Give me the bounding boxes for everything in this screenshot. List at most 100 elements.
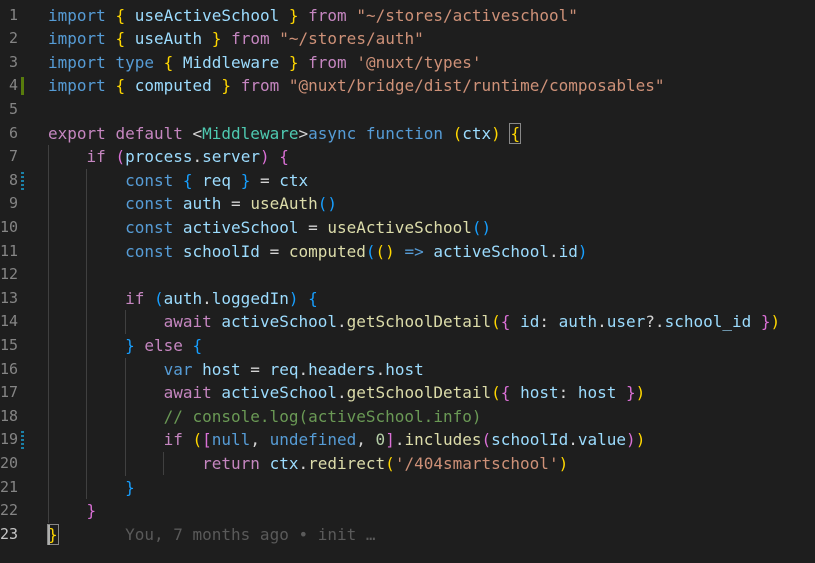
line-number: 12 — [0, 265, 19, 284]
code-text: return ctx.redirect('/404smartschool') — [48, 452, 568, 476]
code-token: . — [337, 383, 347, 403]
code-token: , — [250, 430, 270, 450]
code-token: "@nuxt/bridge/dist/runtime/composables" — [288, 76, 665, 96]
code-text: } — [48, 499, 97, 523]
code-text: if ([null, undefined, 0].includes(school… — [48, 428, 646, 452]
code-token: process — [125, 147, 193, 167]
code-line[interactable]: 3 import type { Middleware } from '@nuxt/… — [0, 51, 815, 75]
code-text: } — [48, 476, 135, 500]
code-line[interactable]: 11 const schoolId = computed(() => activ… — [0, 240, 815, 264]
code-token: . — [375, 359, 386, 379]
git-change-marker[interactable] — [21, 431, 24, 450]
code-line[interactable]: 23 } You, 7 months ago • init … — [0, 523, 815, 547]
git-change-marker[interactable] — [21, 77, 24, 96]
code-line[interactable]: 10 const activeSchool = useActiveSchool(… — [0, 216, 815, 240]
line-number: 21 — [0, 477, 19, 496]
code-token: req — [202, 170, 232, 190]
code-token: ) — [626, 430, 636, 450]
line-number: 13 — [0, 288, 19, 307]
code-token: const — [125, 194, 174, 214]
code-line[interactable]: 2 import { useAuth } from "~/stores/auth" — [0, 27, 815, 51]
code-token: req — [269, 359, 299, 379]
code-text: var host = req.headers.host — [48, 358, 424, 382]
code-token: = — [240, 359, 270, 379]
code-line[interactable]: 20 return ctx.redirect('/404smartschool'… — [0, 452, 815, 476]
code-line[interactable]: 22 } — [0, 499, 815, 523]
code-token: from — [308, 5, 347, 25]
git-change-marker[interactable] — [21, 171, 24, 190]
code-token: ) — [558, 453, 569, 473]
code-token: return — [202, 453, 260, 473]
code-line[interactable]: 16 var host = req.headers.host — [0, 358, 815, 382]
code-token: ( — [491, 312, 501, 332]
code-token: } — [211, 29, 222, 49]
code-token: () — [471, 217, 492, 237]
line-number: 4 — [8, 76, 18, 95]
code-token: '@nuxt/types' — [356, 52, 482, 72]
code-editor[interactable]: 1 import { useActiveSchool } from "~/stor… — [0, 0, 815, 563]
code-line[interactable]: 15 } else { — [0, 334, 815, 358]
code-token: [ — [202, 430, 212, 450]
code-token: value — [577, 430, 627, 450]
code-token: } — [288, 5, 299, 25]
code-text: await activeSchool.getSchoolDetail({ id:… — [48, 310, 781, 334]
code-line[interactable]: 8 const { req } = ctx — [0, 169, 815, 193]
code-line[interactable]: 7 if (process.server) { — [0, 145, 815, 169]
code-token: const — [125, 241, 174, 261]
code-line[interactable]: 6 export default <Middleware>async functi… — [0, 122, 815, 146]
code-line[interactable]: 5 — [0, 98, 815, 122]
indent-guide — [163, 451, 165, 476]
code-text: if (process.server) { — [48, 145, 289, 169]
code-token: . — [548, 241, 559, 261]
code-token: async — [308, 123, 357, 143]
code-token: ] — [385, 430, 395, 450]
code-text: } else { — [48, 334, 202, 358]
code-line[interactable]: 18 // console.log(activeSchool.info) — [0, 405, 815, 429]
code-line[interactable]: 12 — [0, 263, 815, 287]
code-token: ( — [153, 288, 164, 308]
code-token: ( — [365, 241, 376, 261]
code-token: ) — [259, 147, 270, 167]
code-token: { — [500, 312, 511, 332]
code-token: import — [48, 5, 106, 25]
code-token: if — [125, 288, 145, 308]
code-token: = — [250, 170, 280, 190]
code-token: { — [182, 170, 193, 190]
code-text: } You, 7 months ago • init … — [47, 523, 376, 547]
code-token: () — [317, 194, 338, 214]
text-cursor — [48, 524, 50, 545]
code-token: id — [558, 241, 578, 261]
code-token: auth — [558, 312, 598, 332]
code-line[interactable]: 4 import { computed } from "@nuxt/bridge/… — [0, 74, 815, 98]
code-token: = — [221, 194, 251, 214]
code-token: ( — [452, 123, 463, 143]
code-token: } — [288, 52, 299, 72]
code-text: if (auth.loggedIn) { — [48, 287, 318, 311]
code-line[interactable]: 13 if (auth.loggedIn) { — [0, 287, 815, 311]
code-token: ) — [635, 430, 646, 450]
code-line[interactable]: 19 if ([null, undefined, 0].includes(sch… — [0, 428, 815, 452]
code-line[interactable]: 9 const auth = useAuth() — [0, 192, 815, 216]
code-line[interactable]: 17 await activeSchool.getSchoolDetail({ … — [0, 381, 815, 405]
line-number: 23 — [0, 524, 19, 543]
code-token: type — [115, 52, 154, 72]
code-line[interactable]: 21 } — [0, 476, 815, 500]
code-token: => — [404, 241, 424, 261]
code-line[interactable]: 14 await activeSchool.getSchoolDetail({ … — [0, 310, 815, 334]
code-line[interactable]: 1 import { useActiveSchool } from "~/stor… — [0, 4, 815, 28]
